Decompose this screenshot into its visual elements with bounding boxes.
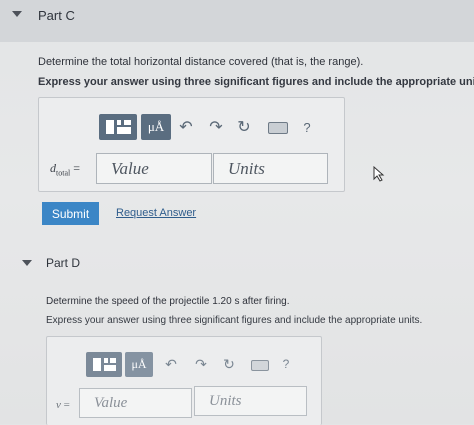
template-button[interactable] [99,114,137,140]
part-d-question: Determine the speed of the projectile 1.… [46,296,290,307]
units-button[interactable]: μÅ [125,352,153,377]
units-label: μÅ [147,119,165,134]
units-input[interactable]: Units [194,386,307,416]
reset-icon[interactable]: ↻ [220,354,238,374]
part-c-title: Part C [38,8,75,23]
help-label: ? [282,357,290,371]
collapse-caret-icon[interactable] [12,11,22,17]
variable-label-dtotal: dtotal = [50,161,80,178]
help-button[interactable]: ? [300,116,314,138]
help-button[interactable]: ? [280,354,292,374]
value-placeholder: Value [94,394,128,411]
value-placeholder: Value [111,158,149,178]
undo-icon[interactable]: ↶ [162,354,180,374]
collapse-caret-icon[interactable] [22,260,32,266]
keyboard-icon[interactable] [268,122,288,134]
template-icon [93,358,101,371]
variable-label-v: v = [56,399,70,411]
submit-button[interactable]: Submit [42,202,99,225]
reset-icon[interactable]: ↻ [234,116,254,138]
mouse-cursor-icon [373,166,385,182]
undo-icon[interactable]: ↶ [176,116,196,138]
units-placeholder: Units [228,158,265,178]
units-placeholder: Units [209,392,242,409]
part-d-header[interactable]: Part D [0,246,474,280]
units-input[interactable]: Units [213,153,328,184]
value-input[interactable]: Value [96,153,212,184]
units-button[interactable]: μÅ [141,114,171,140]
part-d-title: Part D [46,256,81,270]
request-answer-link[interactable]: Request Answer [116,207,196,219]
part-c-instruction: Express your answer using three signific… [38,76,474,88]
redo-icon[interactable]: ↷ [192,354,210,374]
value-input[interactable]: Value [79,388,192,418]
part-d-instruction: Express your answer using three signific… [46,315,423,326]
redo-icon[interactable]: ↷ [206,116,226,138]
template-icon [106,120,114,134]
units-label: μÅ [131,357,147,371]
template-button[interactable] [86,352,122,377]
help-label: ? [303,119,311,135]
keyboard-icon[interactable] [251,360,269,371]
part-c-header[interactable]: Part C [0,0,474,42]
part-c-question: Determine the total horizontal distance … [38,56,364,68]
